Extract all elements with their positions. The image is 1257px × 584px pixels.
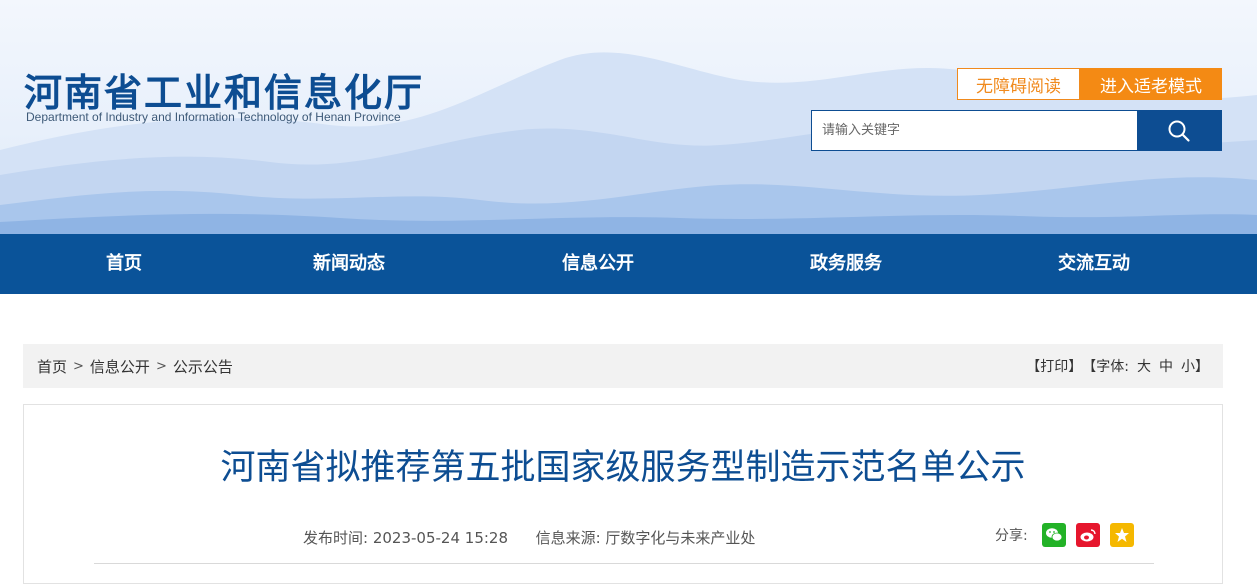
source-label: 信息来源: (535, 529, 601, 547)
breadcrumb-separator: > (155, 358, 167, 374)
qzone-share-icon[interactable] (1109, 523, 1134, 547)
elder-mode-button[interactable]: 进入适老模式 (1080, 68, 1222, 100)
weibo-share-icon[interactable] (1075, 523, 1100, 547)
accessibility-buttons: 无障碍阅读 进入适老模式 (957, 68, 1222, 100)
search-button[interactable] (1137, 111, 1221, 150)
header-banner: 河南省工业和信息化厅 Department of Industry and In… (0, 0, 1257, 234)
font-size-prefix: 【字体: (1082, 359, 1129, 375)
nav-item-news[interactable]: 新闻动态 (313, 234, 385, 294)
font-large-button[interactable]: 大 (1137, 356, 1151, 376)
nav-item-home[interactable]: 首页 (106, 234, 142, 294)
page-tools: 【打印】 【字体: 大 中 小 】 (1026, 356, 1209, 376)
article-card: 河南省拟推荐第五批国家级服务型制造示范名单公示 发布时间: 2023-05-24… (23, 404, 1223, 584)
font-medium-button[interactable]: 中 (1159, 356, 1173, 376)
publish-time-label: 发布时间: (303, 529, 369, 547)
nav-item-info-disclosure[interactable]: 信息公开 (562, 234, 634, 294)
breadcrumb-bar: 首页 > 信息公开 > 公示公告 【打印】 【字体: 大 中 小 】 (23, 344, 1223, 388)
search-input[interactable] (812, 111, 1137, 150)
breadcrumb-separator: > (73, 358, 84, 374)
publish-time: 2023-05-24 15:28 (372, 529, 509, 547)
breadcrumb: 首页 > 信息公开 > 公示公告 (37, 356, 233, 377)
site-title: 河南省工业和信息化厅 (24, 71, 425, 115)
breadcrumb-info-disclosure[interactable]: 信息公开 (90, 356, 150, 377)
article-title: 河南省拟推荐第五批国家级服务型制造示范名单公示 (220, 448, 1026, 488)
search-icon (1168, 120, 1190, 142)
share-label: 分享: (995, 528, 1028, 544)
site-subtitle: Department of Industry and Information T… (26, 110, 401, 124)
main-nav: 首页 新闻动态 信息公开 政务服务 交流互动 (0, 234, 1257, 294)
breadcrumb-home[interactable]: 首页 (37, 356, 67, 377)
print-button[interactable]: 【打印】 (1026, 356, 1082, 376)
search-box (811, 110, 1222, 151)
nav-item-gov-services[interactable]: 政务服务 (810, 234, 882, 294)
font-size-suffix: 】 (1195, 359, 1209, 375)
nav-item-interaction[interactable]: 交流互动 (1058, 234, 1130, 294)
breadcrumb-announcements[interactable]: 公示公告 (173, 356, 233, 377)
article-meta: 发布时间: 2023-05-24 15:28 信息来源: 厅数字化与未来产业处 (303, 527, 755, 548)
accessible-reading-button[interactable]: 无障碍阅读 (957, 68, 1080, 100)
source-value: 厅数字化与未来产业处 (605, 529, 756, 547)
wechat-share-icon[interactable] (1041, 523, 1066, 547)
font-small-button[interactable]: 小 (1181, 356, 1195, 376)
share-bar: 分享: (995, 523, 1144, 547)
title-divider (94, 563, 1154, 564)
